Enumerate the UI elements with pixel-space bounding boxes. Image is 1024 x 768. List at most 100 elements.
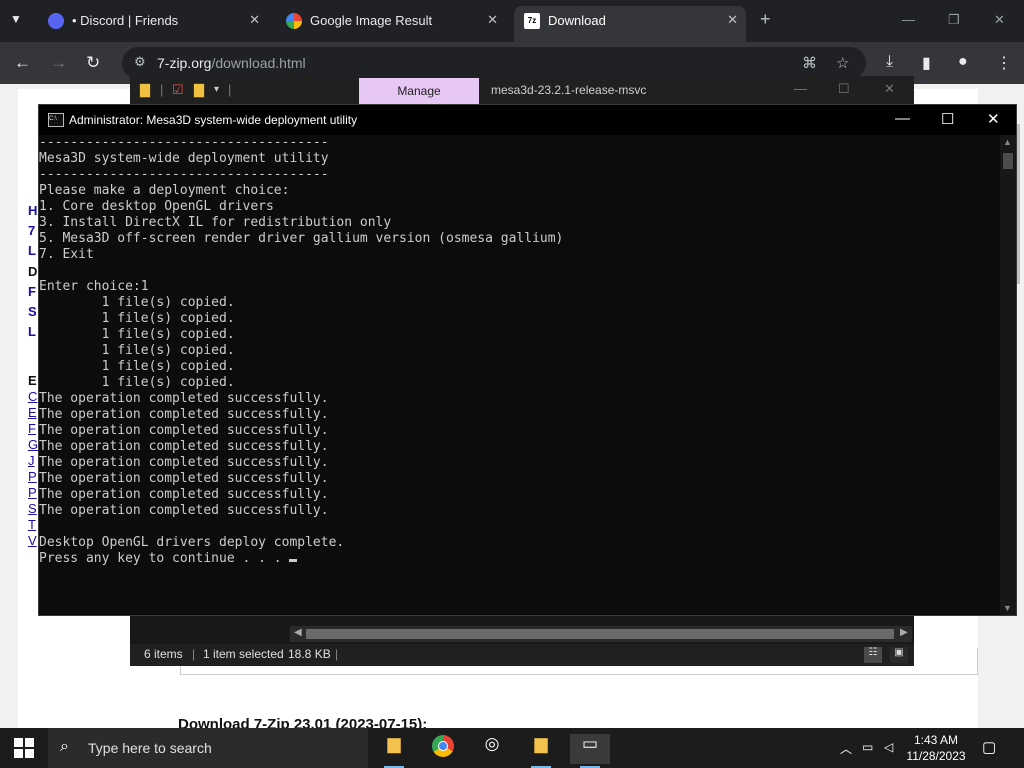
taskbar-search-box[interactable]: ⌕ Type here to search	[48, 728, 368, 768]
language-link[interactable]: V	[28, 533, 37, 548]
separator: |	[192, 647, 196, 661]
language-link[interactable]: S	[28, 501, 37, 516]
maximize-icon[interactable]: ☐	[941, 110, 954, 128]
search-placeholder: Type here to search	[88, 740, 212, 756]
profile-icon[interactable]: ●	[958, 53, 968, 71]
console-title-bar[interactable]: C:\ Administrator: Mesa3D system-wide de…	[39, 105, 1016, 135]
manage-ribbon-tab[interactable]: Manage	[359, 78, 479, 104]
sidebar-link[interactable]: L	[28, 324, 36, 339]
minimize-icon[interactable]: —	[902, 12, 915, 27]
properties-check-icon[interactable]: ☑	[172, 82, 184, 98]
console-line: Mesa3D system-wide deployment utility	[39, 151, 329, 166]
start-windows-icon[interactable]	[14, 738, 34, 758]
close-tab-icon[interactable]: ✕	[487, 12, 498, 28]
tab-list-chevron-down-icon[interactable]: ▼	[10, 12, 22, 26]
console-output[interactable]: ------------------------------------- Me…	[39, 135, 999, 611]
sidebar-link[interactable]: 7	[28, 223, 35, 238]
language-link[interactable]: J	[28, 453, 35, 468]
new-folder-icon[interactable]: ▇	[194, 82, 204, 98]
console-line: The operation completed successfully.	[39, 471, 329, 486]
language-link[interactable]: G	[28, 437, 38, 452]
sidebar-link[interactable]: L	[28, 243, 36, 258]
text-cursor	[289, 559, 298, 562]
sidebar-link[interactable]: S	[28, 304, 37, 319]
sidebar-link[interactable]: F	[28, 284, 36, 299]
console-line: Enter choice:1	[39, 279, 149, 294]
close-tab-icon[interactable]: ✕	[249, 12, 260, 28]
explorer-horizontal-scrollbar[interactable]: ◀ ▶	[290, 626, 912, 642]
console-line: 1 file(s) copied.	[101, 311, 235, 326]
clock-time: 1:43 AM	[913, 733, 959, 747]
cmd-icon: C:\	[48, 113, 64, 127]
status-size: 18.8 KB	[288, 647, 331, 661]
reload-icon[interactable]: ↻	[86, 53, 100, 73]
close-icon[interactable]: ✕	[987, 110, 1000, 128]
language-link[interactable]: P	[28, 485, 37, 500]
scroll-up-icon[interactable]: ▲	[1003, 137, 1012, 147]
volume-muted-icon[interactable]: ◁	[884, 740, 893, 754]
console-line: Press any key to continue . . .	[39, 551, 290, 566]
back-arrow-left-icon[interactable]: ←	[14, 53, 31, 73]
bookmark-star-icon[interactable]: ☆	[836, 54, 849, 72]
folder-icon[interactable]: ▇	[140, 82, 150, 98]
scroll-right-icon[interactable]: ▶	[900, 627, 908, 638]
horizontal-scroll-thumb[interactable]	[306, 629, 894, 639]
customize-chevron-down-icon[interactable]: ▾	[214, 84, 219, 95]
url-path: /download.html	[211, 55, 306, 71]
network-icon[interactable]: ▭	[862, 740, 873, 754]
console-scrollbar[interactable]: ▲ ▼	[1000, 135, 1016, 615]
tab-google-image-result[interactable]: Google Image Result ✕	[276, 6, 506, 36]
close-tab-icon[interactable]: ✕	[727, 12, 738, 28]
explorer-title-bar: ▇ | ☑ ▇ ▾ | Manage mesa3d-23.2.1-release…	[130, 76, 914, 104]
new-tab-plus-icon[interactable]: +	[760, 9, 771, 30]
chrome-icon[interactable]	[423, 734, 463, 764]
scroll-down-icon[interactable]: ▼	[1003, 603, 1012, 613]
folder-app-icon[interactable]: ▆	[521, 734, 561, 768]
console-line: -------------------------------------	[39, 167, 329, 182]
notifications-icon[interactable]: ▢	[982, 738, 996, 756]
tray-chevron-up-icon[interactable]: ︿	[840, 740, 852, 757]
console-line: 3. Install DirectX IL for redistribution…	[39, 215, 392, 230]
console-line: 1 file(s) copied.	[101, 375, 235, 390]
forward-arrow-right-icon[interactable]: →	[50, 53, 67, 73]
console-line: 1 file(s) copied.	[101, 295, 235, 310]
downloads-icon[interactable]: ⤓	[886, 53, 893, 71]
language-link[interactable]: P	[28, 469, 37, 484]
console-window[interactable]: C:\ Administrator: Mesa3D system-wide de…	[38, 104, 1017, 616]
console-line: 7. Exit	[39, 247, 94, 262]
tab-label: Download	[548, 13, 606, 28]
console-scroll-thumb[interactable]	[1003, 153, 1013, 169]
separator: |	[335, 647, 339, 661]
maximize-icon[interactable]: ☐	[838, 81, 850, 97]
minimize-icon[interactable]: —	[895, 110, 910, 127]
tab-discord[interactable]: • Discord | Friends ✕	[38, 6, 268, 36]
language-link[interactable]: T	[28, 517, 36, 532]
language-link[interactable]: F	[28, 421, 36, 436]
tab-download[interactable]: 7z Download ✕	[514, 6, 746, 42]
close-icon[interactable]: ✕	[884, 81, 895, 97]
scroll-left-icon[interactable]: ◀	[294, 627, 302, 638]
explorer-folder-title: mesa3d-23.2.1-release-msvc	[491, 83, 647, 97]
taskbar-clock[interactable]: 1:43 AM 11/28/2023	[904, 732, 968, 764]
status-selected: 1 item selected	[203, 647, 284, 661]
translate-icon[interactable]: ⌘	[802, 54, 817, 72]
terminal-icon[interactable]: ▭	[570, 734, 610, 768]
kebab-menu-icon[interactable]: ⋮	[996, 53, 1012, 73]
large-icons-view-icon[interactable]: ▣	[890, 647, 908, 663]
separator: |	[228, 82, 232, 97]
language-link[interactable]: E	[28, 405, 37, 420]
restore-icon[interactable]: ❐	[948, 12, 960, 28]
console-line: -------------------------------------	[39, 135, 329, 150]
url-text[interactable]: 7-zip.org/download.html	[157, 55, 306, 71]
address-bar[interactable]: ⚙ 7-zip.org/download.html ⌘ ☆	[122, 47, 866, 79]
obs-icon[interactable]: ◎	[472, 734, 512, 764]
site-info-tune-icon[interactable]: ⚙	[134, 54, 146, 70]
minimize-icon[interactable]: —	[794, 81, 807, 96]
sidebar-link[interactable]: H	[28, 203, 37, 218]
details-view-icon[interactable]: ☷	[864, 647, 882, 663]
file-explorer-icon[interactable]: ▆	[374, 734, 414, 768]
side-panel-icon[interactable]: ▮	[922, 53, 931, 73]
explorer-status-bar: 6 items | 1 item selected 18.8 KB | ☷ ▣	[130, 644, 914, 666]
close-window-icon[interactable]: ✕	[994, 12, 1005, 28]
language-link[interactable]: C	[28, 389, 37, 404]
